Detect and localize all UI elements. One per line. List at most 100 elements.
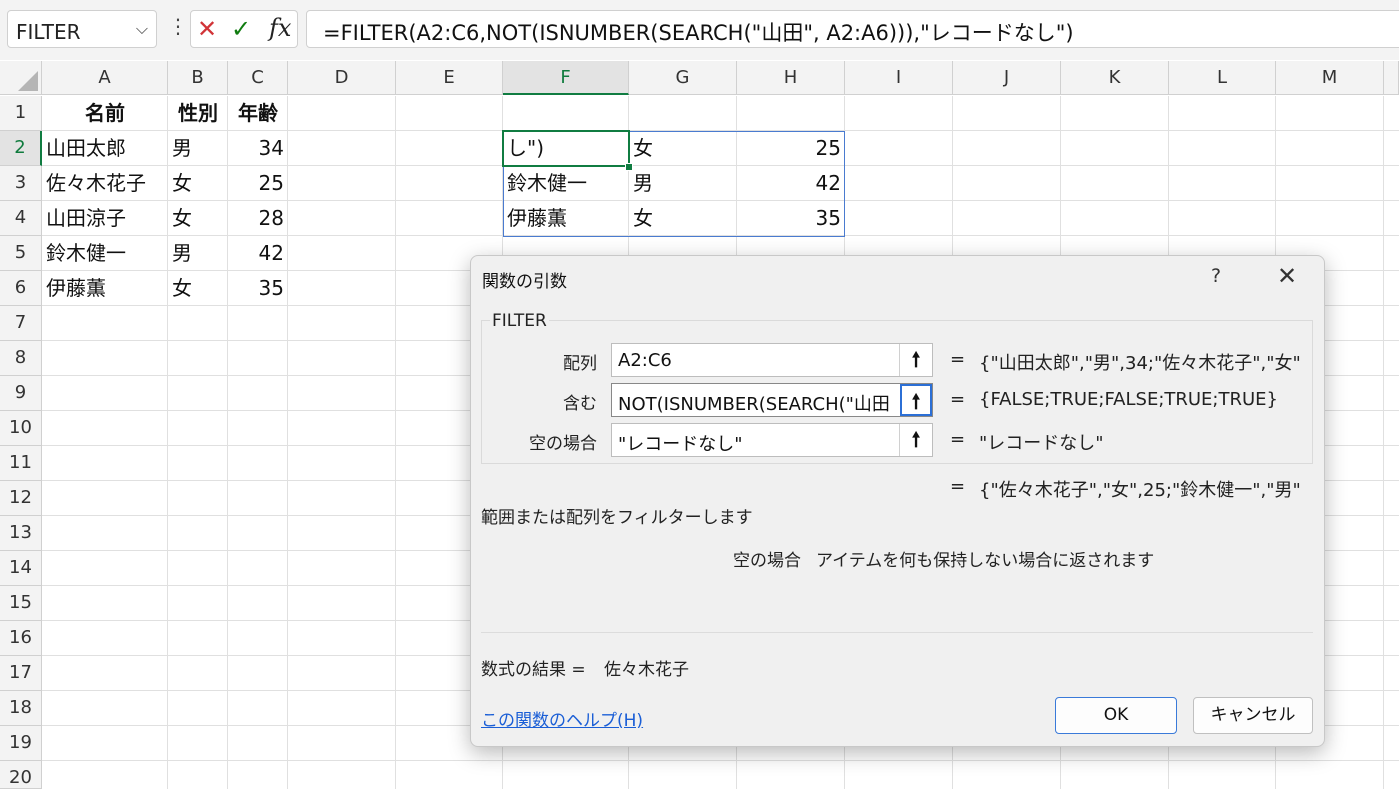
fill-handle[interactable] [625, 163, 633, 171]
divider [481, 632, 1313, 633]
cell-b6[interactable]: 女 [168, 271, 228, 306]
row-header-14[interactable]: 14 [0, 551, 42, 586]
row-header-17[interactable]: 17 [0, 656, 42, 691]
cell-a6[interactable]: 伊藤薫 [42, 271, 168, 306]
column-header-m[interactable]: M [1276, 61, 1384, 95]
gridline [42, 760, 1399, 761]
column-header-j[interactable]: J [953, 61, 1061, 95]
arrow-up-icon: 🠕 [911, 389, 921, 413]
row-header-2[interactable]: 2 [0, 131, 42, 166]
more-options-icon[interactable]: ⋮ [168, 14, 188, 38]
row-header-16[interactable]: 16 [0, 621, 42, 656]
insert-function-icon[interactable]: fx [269, 14, 291, 42]
function-help-link[interactable]: この関数のヘルプ(H) [481, 706, 643, 731]
column-header-e[interactable]: E [396, 61, 503, 95]
arg-help-name: 空の場合 [733, 551, 801, 571]
chevron-down-icon[interactable]: ⌵ [136, 19, 148, 39]
cell-c3[interactable]: 25 [228, 166, 288, 201]
column-header-i[interactable]: I [845, 61, 953, 95]
row-header-6[interactable]: 6 [0, 271, 42, 306]
cancel-button[interactable]: キャンセル [1193, 697, 1313, 734]
row-header-7[interactable]: 7 [0, 306, 42, 341]
collapse-dialog-button[interactable]: 🠕 [899, 424, 932, 456]
formula-buttons: ✕ ✓ fx [190, 10, 298, 48]
column-header-b[interactable]: B [168, 61, 228, 95]
column-header-a[interactable]: A [42, 61, 168, 95]
arg-result-include: {FALSE;TRUE;FALSE;TRUE;TRUE} [979, 389, 1278, 410]
cell-a2[interactable]: 山田太郎 [42, 131, 168, 166]
ok-button[interactable]: OK [1055, 697, 1177, 734]
name-box-value: FILTER [16, 20, 81, 44]
cell-b1-header-gender[interactable]: 性別 [168, 96, 228, 131]
column-header-d[interactable]: D [288, 61, 396, 95]
cell-a3[interactable]: 佐々木花子 [42, 166, 168, 201]
column-header-h[interactable]: H [737, 61, 845, 95]
column-header-f[interactable]: F [503, 61, 629, 95]
row-header-5[interactable]: 5 [0, 236, 42, 271]
row-header-8[interactable]: 8 [0, 341, 42, 376]
cell-c2[interactable]: 34 [228, 131, 288, 166]
cell-b5[interactable]: 男 [168, 236, 228, 271]
arg-input-array[interactable]: A2:C6 🠕 [611, 343, 933, 377]
function-arguments-dialog: 関数の引数 ? ✕ FILTER 配列 A2:C6 🠕 = {"山田太郎","男… [470, 255, 1325, 747]
arg-help-text: アイテムを何も保持しない場合に返されます [816, 551, 1155, 571]
arrow-up-icon: 🠕 [911, 427, 921, 451]
column-header-k[interactable]: K [1061, 61, 1169, 95]
arg-input-if-empty[interactable]: "レコードなし" 🠕 [611, 423, 933, 457]
cell-b4[interactable]: 女 [168, 201, 228, 236]
name-box[interactable]: FILTER ⌵ [7, 10, 157, 48]
column-header-g[interactable]: G [629, 61, 737, 95]
arg-input-include[interactable]: NOT(ISNUMBER(SEARCH("山田 🠕 [611, 383, 933, 417]
cell-a4[interactable]: 山田涼子 [42, 201, 168, 236]
collapse-dialog-button[interactable]: 🠕 [899, 344, 932, 376]
arg-equals: = [950, 429, 966, 450]
active-cell-border [502, 130, 630, 167]
formula-result-value: 佐々木花子 [604, 660, 689, 680]
formula-input[interactable]: =FILTER(A2:C6,NOT(ISNUMBER(SEARCH("山田", … [306, 10, 1399, 48]
cell-c1-header-age[interactable]: 年齢 [228, 96, 288, 131]
arg-result-if-empty: "レコードなし" [979, 433, 1104, 454]
row-header-1[interactable]: 1 [0, 96, 42, 131]
column-header-c[interactable]: C [228, 61, 288, 95]
function-name-label: FILTER [490, 311, 549, 331]
row-header-4[interactable]: 4 [0, 201, 42, 236]
column-header-n[interactable] [1384, 61, 1399, 95]
row-header-11[interactable]: 11 [0, 446, 42, 481]
arg-value-if-empty: "レコードなし" [618, 434, 743, 455]
function-description: 範囲または配列をフィルターします [481, 508, 753, 528]
cell-b3[interactable]: 女 [168, 166, 228, 201]
dialog-title: 関数の引数 [482, 272, 567, 292]
arg-value-array: A2:C6 [618, 350, 672, 371]
arg-label-if-empty: 空の場合 [529, 434, 597, 454]
cell-c4[interactable]: 28 [228, 201, 288, 236]
row-header-19[interactable]: 19 [0, 726, 42, 761]
row-header-20[interactable]: 20 [0, 761, 42, 789]
row-header-15[interactable]: 15 [0, 586, 42, 621]
enter-check-icon[interactable]: ✓ [231, 15, 251, 43]
arg-label-include: 含む [563, 394, 597, 414]
collapse-dialog-button[interactable]: 🠕 [900, 384, 932, 416]
row-header-9[interactable]: 9 [0, 376, 42, 411]
help-icon[interactable]: ? [1211, 265, 1221, 287]
cell-a5[interactable]: 鈴木健一 [42, 236, 168, 271]
row-header-10[interactable]: 10 [0, 411, 42, 446]
select-all-triangle-icon [18, 71, 38, 91]
cell-c5[interactable]: 42 [228, 236, 288, 271]
row-header-18[interactable]: 18 [0, 691, 42, 726]
arg-equals: = [950, 349, 966, 370]
close-icon[interactable]: ✕ [1277, 262, 1297, 290]
cell-b2[interactable]: 男 [168, 131, 228, 166]
select-all-button[interactable] [0, 61, 42, 95]
arg-value-include: NOT(ISNUMBER(SEARCH("山田 [618, 394, 890, 415]
formula-result-label: 数式の結果 = [481, 660, 586, 680]
column-header-l[interactable]: L [1169, 61, 1276, 95]
cell-c6[interactable]: 35 [228, 271, 288, 306]
row-header-13[interactable]: 13 [0, 516, 42, 551]
row-header-12[interactable]: 12 [0, 481, 42, 516]
formula-text: =FILTER(A2:C6,NOT(ISNUMBER(SEARCH("山田", … [323, 21, 1074, 45]
arrow-up-icon: 🠕 [911, 347, 921, 371]
row-header-3[interactable]: 3 [0, 166, 42, 201]
cancel-icon[interactable]: ✕ [197, 15, 217, 43]
cell-a1-header-name[interactable]: 名前 [42, 96, 168, 131]
arg-label-array: 配列 [563, 354, 597, 374]
